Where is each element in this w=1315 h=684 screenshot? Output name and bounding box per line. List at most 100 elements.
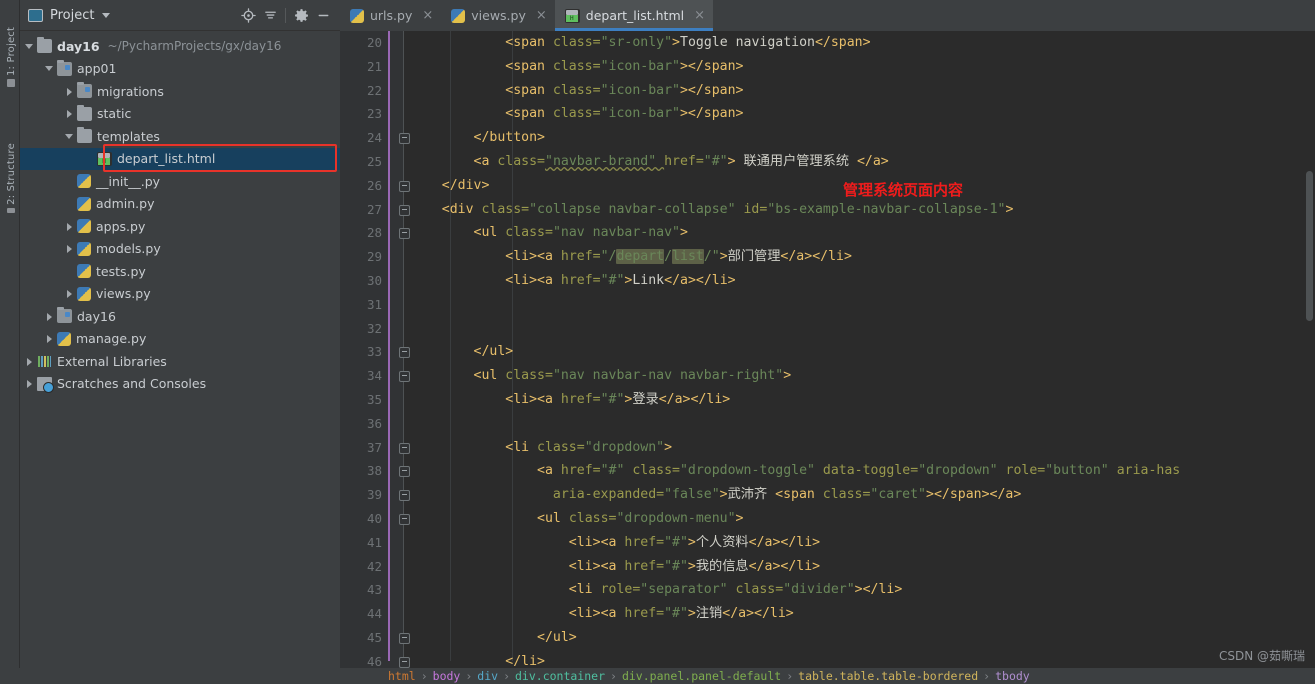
tree-expand-arrow-icon[interactable] [44,63,55,74]
tree-item-tests-py[interactable]: tests.py [20,260,340,283]
code-line[interactable] [404,293,1304,317]
tree-expand-arrow-icon[interactable] [24,378,35,389]
tree-item-apps-py[interactable]: apps.py [20,215,340,238]
breadcrumb-item[interactable]: div.container [515,669,605,683]
code-line[interactable] [404,317,1304,341]
code-line[interactable]: <li><a href="#">个人资料</a></li> [404,531,1304,555]
code-line[interactable]: <li role="separator" class="divider"></l… [404,578,1304,602]
tree-expand-arrow-icon[interactable] [64,243,75,254]
tool-tab-structure-label: 2: Structure [5,143,17,205]
code-line[interactable]: </ul> [404,340,1304,364]
code-line[interactable]: </li> [404,650,1304,670]
tree-item-migrations[interactable]: migrations [20,80,340,103]
tree-item-views-py[interactable]: views.py [20,283,340,306]
code-line[interactable]: <ul class="nav navbar-nav navbar-right"> [404,364,1304,388]
tree-expand-arrow-icon[interactable] [44,333,55,344]
editor-vertical-scrollbar[interactable] [1304,31,1315,670]
tree-expand-arrow-icon[interactable] [64,108,75,119]
breadcrumb-item[interactable]: table.table.table-bordered [798,669,978,683]
close-icon[interactable]: × [694,8,705,23]
code-line[interactable]: <span class="sr-only">Toggle navigation<… [404,31,1304,55]
code-token: </a> [748,558,781,574]
code-line[interactable]: </button> [404,126,1304,150]
chevron-down-icon[interactable] [102,12,111,18]
project-tool-window: Project day16 ~/PycharmProjects/gx/day16 a… [20,0,340,684]
breadcrumb-item[interactable]: html [388,669,416,683]
tree-expand-arrow-icon[interactable] [64,221,75,232]
project-tree[interactable]: day16 ~/PycharmProjects/gx/day16 app01 migr… [20,31,340,395]
tree-item-external-libraries[interactable]: External Libraries [20,350,340,373]
tree-item-depart-list-html[interactable]: depart_list.html [20,147,340,170]
code-line[interactable]: <ul class="dropdown-menu"> [404,507,1304,531]
code-line[interactable]: <li class="dropdown"> [404,436,1304,460]
code-line[interactable]: <a href="#" class="dropdown-toggle" data… [404,459,1304,483]
code-line[interactable]: <li><a href="#">我的信息</a></li> [404,555,1304,579]
code-line[interactable]: <span class="icon-bar"></span> [404,79,1304,103]
tree-expand-arrow-icon[interactable] [44,311,55,322]
tree-expand-arrow-icon[interactable] [24,356,35,367]
tree-expand-arrow-icon[interactable] [64,86,75,97]
code-token: </a> [856,153,889,169]
tree-expand-arrow-icon[interactable] [24,41,35,52]
scrollbar-thumb[interactable] [1306,171,1313,321]
code-line[interactable] [404,412,1304,436]
code-token: > [679,106,688,122]
tree-item-manage-py[interactable]: manage.py [20,328,340,351]
tree-item-label: day16 [77,308,116,324]
code-line[interactable]: <a class="navbar-brand" href="#"> 联通用户管理… [404,150,1304,174]
editor-tab-urls-py[interactable]: urls.py × [340,0,441,31]
code-line[interactable]: <span class="icon-bar"></span> [404,102,1304,126]
code-token: href= [560,463,601,479]
code-content[interactable]: <span class="sr-only">Toggle navigation<… [404,31,1304,670]
code-line[interactable]: <span class="icon-bar"></span> [404,55,1304,79]
tree-item--init-py[interactable]: __init__.py [20,170,340,193]
code-line[interactable]: <li><a href="#">登录</a></li> [404,388,1304,412]
code-token: depart [616,249,665,265]
code-line[interactable]: aria-expanded="false">武沛齐 <span class="c… [404,483,1304,507]
code-token: class= [552,58,601,74]
code-line[interactable]: <div class="collapse navbar-collapse" id… [404,198,1304,222]
locate-target-icon[interactable] [237,4,259,26]
code-token: class= [505,225,553,241]
tree-expand-arrow-icon[interactable] [64,131,75,142]
breadcrumb-item[interactable]: tbody [995,669,1030,683]
code-line[interactable]: </ul> [404,626,1304,650]
code-token: <a [600,558,625,574]
tool-tab-structure[interactable]: 2: Structure [1,143,21,213]
code-token: <a [600,606,625,622]
breadcrumb[interactable]: html › body › div › div.container › div.panel.pa… [340,668,1315,684]
tree-expand-arrow-icon[interactable] [64,288,75,299]
tree-item-templates[interactable]: templates [20,125,340,148]
code-line[interactable]: <ul class="nav navbar-nav"> [404,221,1304,245]
close-icon[interactable]: × [422,8,433,23]
code-token: 我的信息 [695,558,749,574]
minimize-icon[interactable] [312,4,334,26]
tree-item-day16[interactable]: day16 ~/PycharmProjects/gx/day16 [20,35,340,58]
code-editor[interactable]: 20 21 22 23 24 25 26 27 28 29 30 31 32 33 34 35 36 37 38 39… [340,31,1315,670]
code-line[interactable]: <li><a href="#">注销</a></li> [404,602,1304,626]
collapse-all-icon[interactable] [259,4,281,26]
editor-tab-depart-list-html[interactable]: depart_list.html × [554,0,714,31]
tool-tab-project[interactable]: 1: Project [1,17,21,87]
change-marker-bar [388,31,390,661]
tree-item-models-py[interactable]: models.py [20,238,340,261]
tree-item-label: manage.py [76,331,147,347]
code-line[interactable]: <li><a href="/depart/list/">部门管理</a></li… [404,245,1304,269]
breadcrumb-item[interactable]: body [433,669,461,683]
close-icon[interactable]: × [536,8,547,23]
tree-item-day16[interactable]: day16 [20,305,340,328]
code-token: </span> [687,82,744,98]
tree-item-static[interactable]: static [20,103,340,126]
gear-icon[interactable] [290,4,312,26]
code-line[interactable]: <li><a href="#">Link</a></li> [404,269,1304,293]
breadcrumb-item[interactable]: div.panel.panel-default [622,669,781,683]
breadcrumb-item[interactable]: div [477,669,498,683]
tree-item-admin-py[interactable]: admin.py [20,193,340,216]
tree-item-scratches-and-consoles[interactable]: Scratches and Consoles [20,373,340,396]
editor-gutter[interactable]: 20 21 22 23 24 25 26 27 28 29 30 31 32 33 34 35 36 37 38 39… [340,31,410,670]
code-token: href= [664,153,704,169]
editor-tab-views-py[interactable]: views.py × [441,0,555,31]
tree-item-app01[interactable]: app01 [20,58,340,81]
